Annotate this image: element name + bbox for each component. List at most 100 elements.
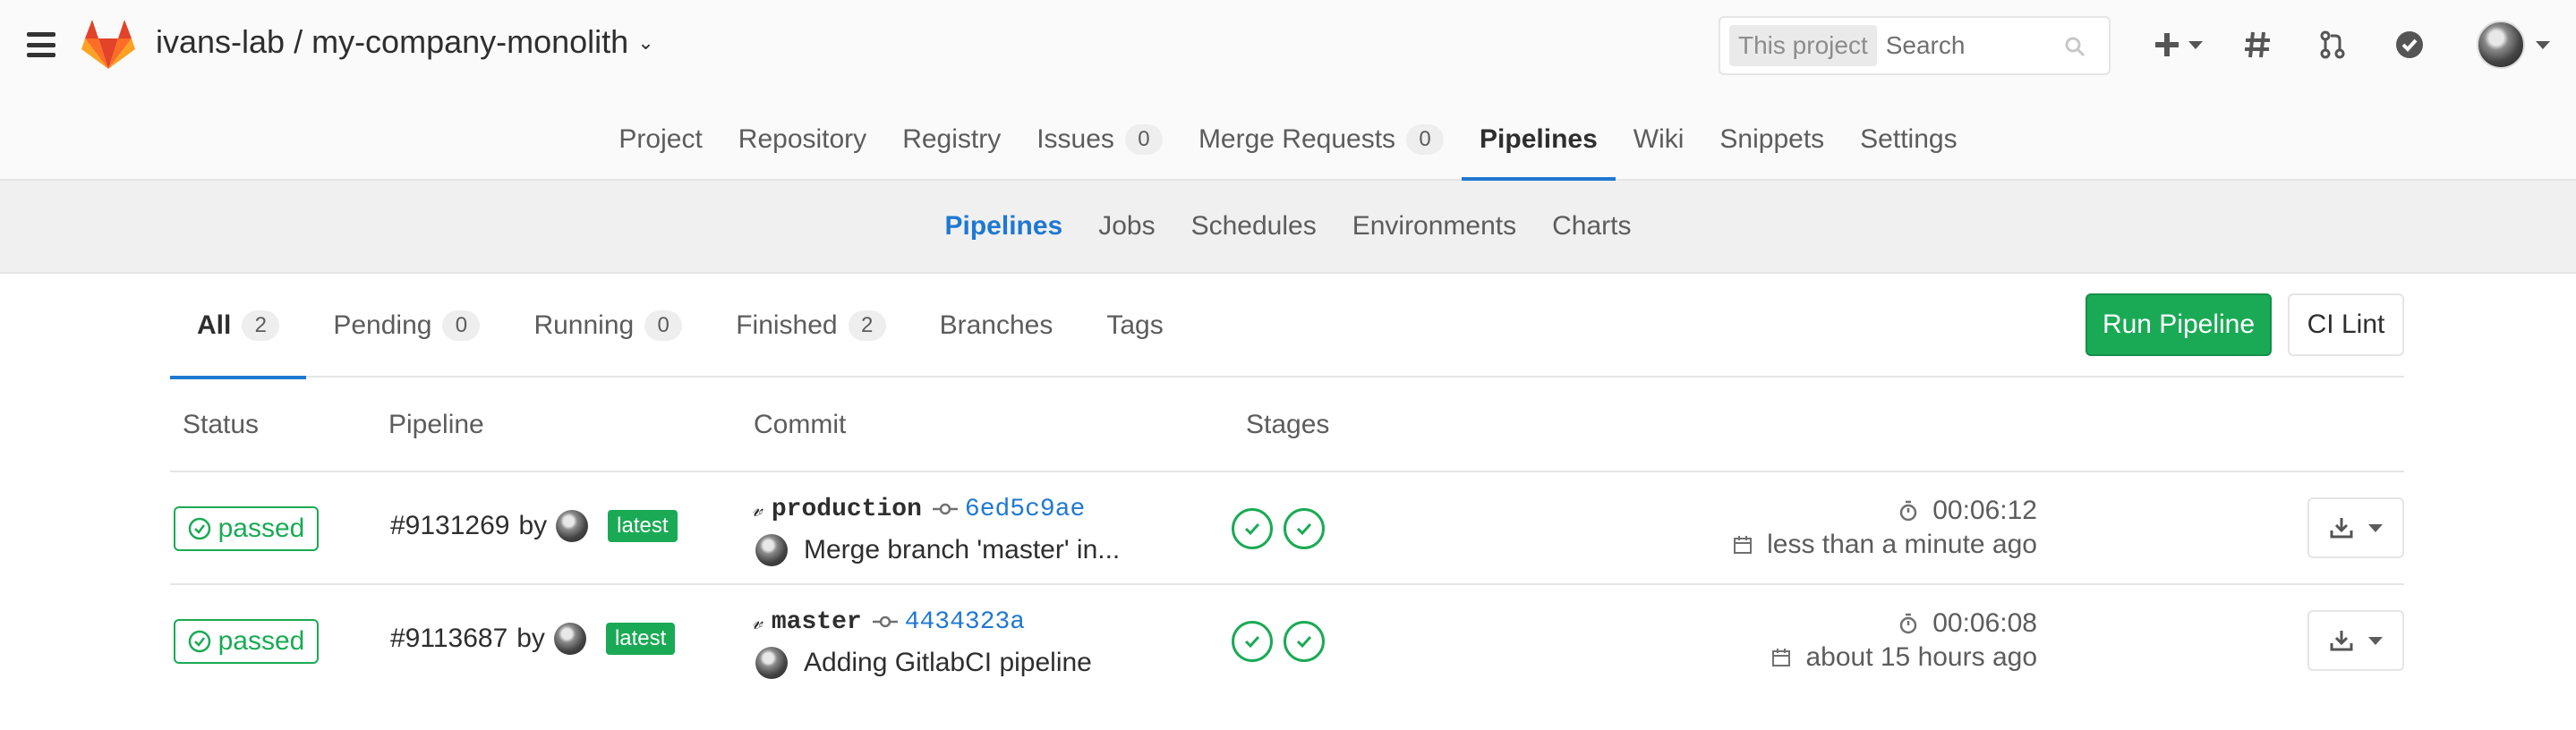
- gitlab-logo[interactable]: [81, 18, 136, 70]
- nav-snippets[interactable]: Snippets: [1702, 100, 1842, 179]
- caret-down-icon: [2368, 523, 2383, 532]
- pipeline-scope-tabs: All 2 Pending 0 Running 0 Finished 2 Branche…: [170, 274, 1190, 379]
- ci-lint-button[interactable]: CI Lint: [2288, 293, 2404, 356]
- nav-merge-requests[interactable]: Merge Requests 0: [1181, 100, 1462, 179]
- caret-down-icon: [2188, 40, 2203, 49]
- check-icon: [1244, 635, 1260, 649]
- branch-icon: 𝓋: [752, 609, 763, 634]
- col-status: Status: [183, 410, 260, 439]
- stages-graph: [1232, 621, 1325, 662]
- nav-settings[interactable]: Settings: [1842, 100, 1975, 179]
- user-menu[interactable]: [2469, 21, 2558, 69]
- chevron-down-icon: ⌄: [637, 31, 654, 54]
- count-badge: 0: [1124, 124, 1163, 155]
- tab-finished[interactable]: Finished 2: [709, 274, 912, 378]
- commit-info: 𝓋 production 6ed5c9ae Merge branch 'mast…: [752, 494, 1120, 567]
- pipeline-info: #9131269 by latest: [390, 510, 678, 542]
- stages-graph: [1232, 508, 1325, 549]
- nav-registry[interactable]: Registry: [884, 100, 1019, 179]
- stage-status-icon[interactable]: [1284, 621, 1325, 662]
- tab-branches[interactable]: Branches: [913, 274, 1080, 378]
- nav-label: Issues: [1036, 124, 1114, 154]
- nav-label: Registry: [902, 124, 1002, 154]
- hash-icon[interactable]: [2238, 23, 2277, 66]
- download-icon: [2330, 518, 2353, 539]
- finished-time-text: about 15 hours ago: [1805, 642, 2037, 672]
- user-avatar[interactable]: [556, 510, 589, 542]
- stage-status-icon[interactable]: [1232, 508, 1273, 549]
- project-switcher[interactable]: ivans-lab / my-company-monolith ⌄: [156, 23, 654, 61]
- pipeline-tabs-row: All 2 Pending 0 Running 0 Finished 2 Branche…: [170, 274, 2404, 379]
- branch-icon: 𝓋: [752, 497, 763, 522]
- nav-repository[interactable]: Repository: [721, 100, 884, 179]
- status-text: passed: [218, 626, 305, 656]
- subnav-environments[interactable]: Environments: [1335, 211, 1534, 242]
- table-row: passed #9131269 by latest 𝓋 production 6…: [170, 472, 2404, 585]
- status-badge[interactable]: passed: [174, 506, 319, 551]
- commit-sha-link[interactable]: 4434323a: [905, 608, 1025, 636]
- tab-pending[interactable]: Pending 0: [306, 274, 507, 378]
- plus-icon: [2155, 33, 2179, 56]
- commit-author-avatar[interactable]: [755, 647, 788, 679]
- check-circle-icon: [188, 517, 210, 540]
- timing-info: 00:06:08 about 15 hours ago: [1771, 607, 2037, 675]
- check-icon: [1296, 635, 1312, 649]
- nav-project[interactable]: Project: [601, 100, 720, 179]
- timing-info: 00:06:12 less than a minute ago: [1733, 494, 2037, 562]
- todo-check-icon[interactable]: [2390, 23, 2429, 66]
- col-pipeline: Pipeline: [388, 410, 484, 439]
- tab-label: Branches: [939, 310, 1053, 340]
- subnav-charts[interactable]: Charts: [1534, 211, 1649, 242]
- run-pipeline-button[interactable]: Run Pipeline: [2086, 293, 2272, 356]
- tab-all[interactable]: All 2: [170, 274, 307, 379]
- pipeline-id-link[interactable]: #9113687: [390, 624, 508, 654]
- download-icon: [2330, 631, 2353, 651]
- nav-label: Project: [618, 124, 703, 154]
- project-nav: Project Repository Registry Issues 0 Merg…: [0, 100, 2576, 181]
- user-avatar[interactable]: [553, 623, 586, 655]
- commit-author-avatar[interactable]: [755, 534, 788, 566]
- nav-issues[interactable]: Issues 0: [1019, 100, 1181, 179]
- commit-icon: [932, 503, 958, 515]
- stage-status-icon[interactable]: [1284, 508, 1325, 549]
- latest-badge: latest: [605, 623, 676, 655]
- branch-ref-link[interactable]: master: [772, 608, 862, 636]
- subnav-pipelines[interactable]: Pipelines: [927, 211, 1081, 242]
- branch-ref-link[interactable]: production: [772, 496, 922, 523]
- new-dropdown[interactable]: [2148, 23, 2207, 66]
- nav-label: Wiki: [1633, 124, 1685, 154]
- nav-label: Snippets: [1719, 124, 1825, 154]
- status-badge[interactable]: passed: [174, 619, 319, 664]
- tab-tags[interactable]: Tags: [1079, 274, 1190, 378]
- duration-text: 00:06:08: [1932, 608, 2037, 638]
- check-icon: [1244, 522, 1260, 536]
- top-bar: ivans-lab / my-company-monolith ⌄ This pr…: [0, 0, 2576, 89]
- subnav-schedules[interactable]: Schedules: [1173, 211, 1335, 242]
- subnav-jobs[interactable]: Jobs: [1080, 211, 1173, 242]
- pipeline-id-link[interactable]: #9131269: [390, 511, 509, 541]
- table-header: Status Pipeline Commit Stages: [170, 378, 2404, 472]
- user-avatar: [2477, 21, 2525, 69]
- commit-title-link[interactable]: Adding GitlabCI pipeline: [804, 648, 1092, 678]
- hamburger-icon[interactable]: [27, 32, 55, 57]
- nav-wiki[interactable]: Wiki: [1616, 100, 1702, 179]
- nav-pipelines[interactable]: Pipelines: [1462, 100, 1616, 181]
- count-badge: 0: [442, 310, 481, 341]
- count-badge: 2: [242, 310, 280, 341]
- tab-label: Pending: [333, 310, 432, 340]
- tab-running[interactable]: Running 0: [507, 274, 709, 378]
- commit-sha-link[interactable]: 6ed5c9ae: [965, 496, 1085, 523]
- merge-request-icon[interactable]: [2313, 23, 2352, 66]
- search-scope-badge[interactable]: This project: [1729, 25, 1877, 66]
- search-input[interactable]: [1885, 31, 2065, 60]
- commit-title-link[interactable]: Merge branch 'master' in...: [804, 535, 1120, 565]
- stage-status-icon[interactable]: [1232, 621, 1273, 662]
- check-icon: [1296, 522, 1312, 536]
- calendar-icon: [1734, 536, 1753, 554]
- artifacts-dropdown-button[interactable]: [2307, 610, 2404, 671]
- artifacts-dropdown-button[interactable]: [2307, 497, 2404, 558]
- duration-text: 00:06:12: [1932, 496, 2037, 525]
- caret-down-icon: [2536, 40, 2550, 49]
- caret-down-icon: [2368, 636, 2383, 645]
- table-row: passed #9113687 by latest 𝓋 master 44343…: [170, 585, 2404, 698]
